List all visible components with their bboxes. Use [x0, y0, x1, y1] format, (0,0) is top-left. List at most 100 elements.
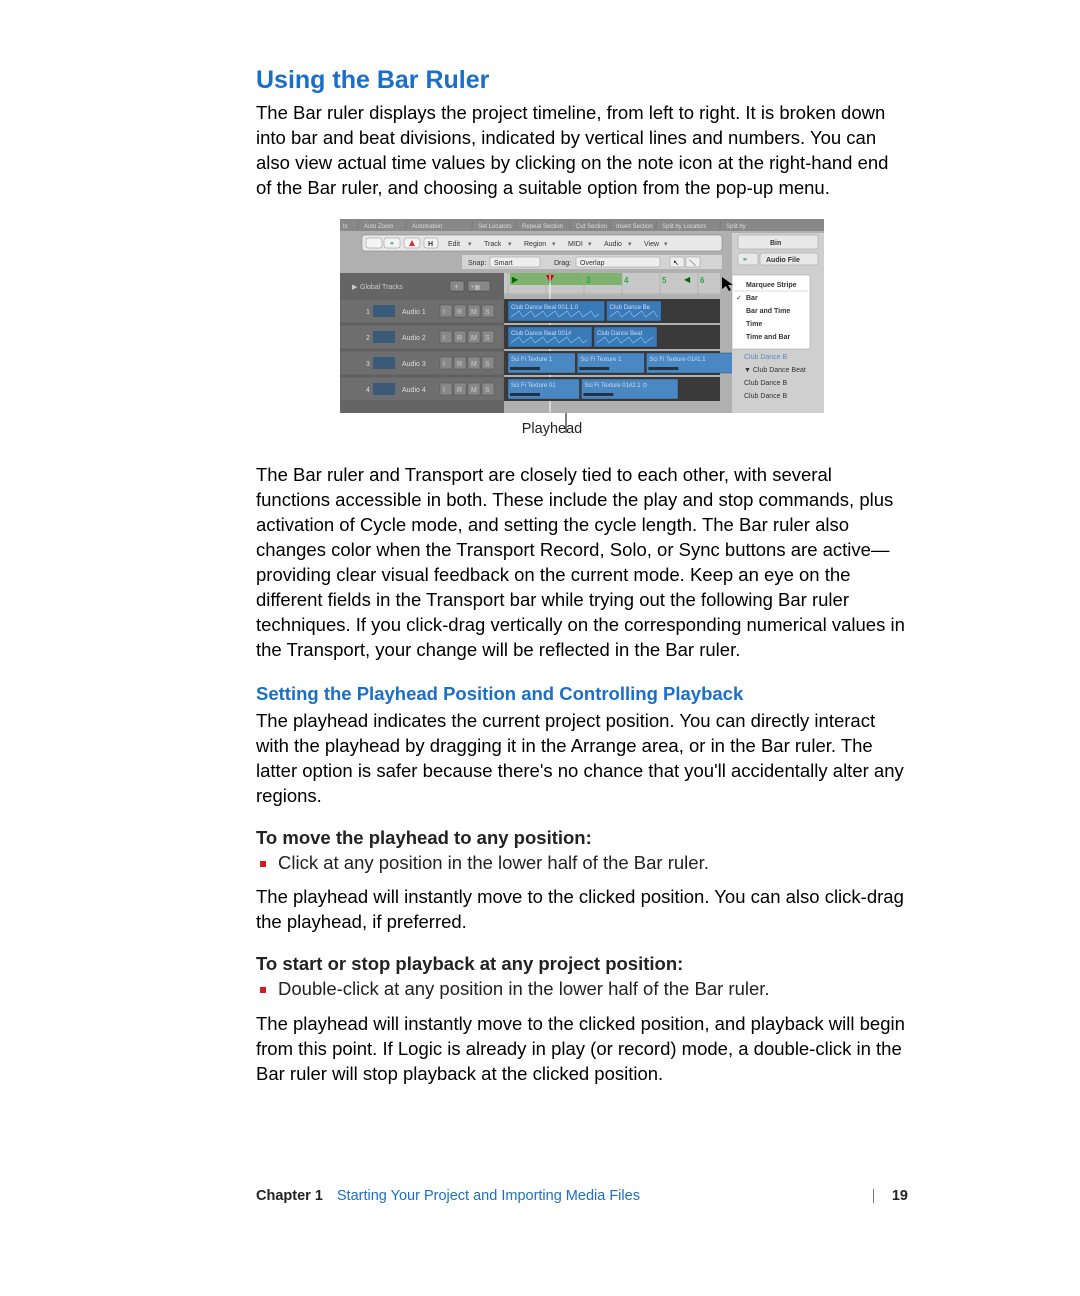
svg-text:Club Dance Beat 001#: Club Dance Beat 001# [511, 331, 572, 337]
svg-text:Audio File: Audio File [766, 257, 800, 264]
svg-text:+▦: +▦ [471, 285, 481, 291]
svg-text:Time: Time [746, 321, 762, 328]
svg-text:R: R [457, 335, 462, 342]
svg-text:M: M [471, 361, 477, 368]
svg-text:2: 2 [366, 335, 370, 342]
svg-text:Sci Fi Texture 1: Sci Fi Texture 1 [511, 357, 553, 363]
svg-text:Sci Fi Texture 01#2.1 ⊙: Sci Fi Texture 01#2.1 ⊙ [584, 383, 647, 389]
svg-text:I: I [443, 335, 445, 342]
svg-text:Edit: Edit [448, 241, 460, 248]
svg-text:Audio 3: Audio 3 [402, 361, 426, 368]
svg-text:M: M [471, 387, 477, 394]
svg-text:R: R [457, 361, 462, 368]
svg-text:Repeat Section: Repeat Section [522, 224, 563, 230]
subsection-heading: Setting the Playhead Position and Contro… [256, 683, 908, 705]
svg-text:I: I [443, 387, 445, 394]
bar-ruler-screenshot: ts Auto Zoom Automation Set Locators Repeat… [340, 219, 824, 413]
svg-text:M: M [471, 309, 477, 316]
svg-text:Set Locators: Set Locators [478, 224, 512, 230]
page-footer: Chapter 1 Starting Your Project and Impo… [256, 1188, 908, 1204]
svg-text:Track: Track [484, 241, 502, 248]
svg-text:Audio: Audio [604, 241, 622, 248]
section-heading: Using the Bar Ruler [256, 66, 908, 95]
svg-text:Audio 4: Audio 4 [402, 387, 426, 394]
svg-text:Smart: Smart [494, 260, 513, 267]
chain-icon: ⚭ [389, 241, 395, 248]
svg-text:Bar and Time: Bar and Time [746, 308, 790, 315]
svg-text:▶: ▶ [352, 284, 358, 291]
svg-text:Time and Bar: Time and Bar [746, 334, 790, 341]
svg-text:▾: ▾ [552, 241, 556, 248]
chapter-label: Chapter 1 [256, 1188, 323, 1204]
svg-text:R: R [457, 309, 462, 316]
svg-text:✓: ✓ [736, 295, 742, 302]
svg-text:▼ Club Dance Beat: ▼ Club Dance Beat [744, 367, 806, 374]
pointer-icon: ↖ [673, 260, 679, 267]
instruction-follow-1: The playhead will instantly move to the … [256, 885, 908, 935]
instruction-item-2: Double-click at any position in the lowe… [274, 977, 908, 1002]
svg-text:M: M [471, 335, 477, 342]
svg-text:S: S [485, 335, 490, 342]
svg-text:Club Dance Beat 001.1.0: Club Dance Beat 001.1.0 [511, 305, 579, 311]
svg-text:Automation: Automation [412, 224, 442, 230]
svg-text:Audio 2: Audio 2 [402, 335, 426, 342]
svg-text:Overlap: Overlap [580, 260, 605, 267]
svg-text:3: 3 [586, 276, 591, 285]
chain-icon: ⚭ [742, 257, 748, 264]
svg-text:Snap:: Snap: [468, 260, 486, 267]
svg-text:Cut Section: Cut Section [576, 224, 607, 230]
svg-text:S: S [485, 309, 490, 316]
intro-paragraph: The Bar ruler displays the project timel… [256, 101, 908, 201]
svg-text:S: S [485, 361, 490, 368]
svg-text:Sci Fi Texture 01: Sci Fi Texture 01 [511, 383, 556, 389]
svg-text:Club Dance Beat: Club Dance Beat [597, 331, 643, 337]
svg-text:Sci Fi Texture 1: Sci Fi Texture 1 [580, 357, 622, 363]
svg-text:Club Dance B: Club Dance B [744, 380, 788, 387]
svg-text:Global Tracks: Global Tracks [360, 284, 403, 291]
svg-text:Bar: Bar [746, 295, 758, 302]
svg-text:▾: ▾ [588, 241, 592, 248]
svg-text:Club Dance B: Club Dance B [744, 393, 788, 400]
svg-text:Region: Region [524, 241, 546, 248]
svg-text:Bin: Bin [770, 240, 781, 247]
svg-text:▾: ▾ [468, 241, 472, 248]
svg-text:MIDI: MIDI [568, 241, 583, 248]
svg-text:Split by: Split by [726, 224, 746, 230]
svg-text:Club Dance Be: Club Dance Be [610, 305, 651, 311]
pencil-icon: ＼ [689, 259, 696, 267]
svg-text:R: R [457, 387, 462, 394]
svg-text:Split by Locators: Split by Locators [662, 224, 706, 230]
svg-text:◀: ◀ [684, 275, 691, 284]
svg-text:I: I [443, 309, 445, 316]
svg-text:Auto Zoom: Auto Zoom [364, 224, 393, 230]
svg-text:▾: ▾ [664, 241, 668, 248]
svg-text:Insert Section: Insert Section [616, 224, 653, 230]
svg-text:3: 3 [366, 361, 370, 368]
svg-text:Audio 1: Audio 1 [402, 309, 426, 316]
instruction-title-2: To start or stop playback at any project… [256, 953, 908, 975]
svg-text:ts: ts [343, 224, 348, 230]
svg-text:6: 6 [700, 276, 705, 285]
svg-text:+: + [454, 282, 459, 291]
svg-text:4: 4 [366, 387, 370, 394]
svg-text:1: 1 [366, 309, 370, 316]
svg-text:Drag:: Drag: [554, 260, 571, 267]
instruction-follow-2: The playhead will instantly move to the … [256, 1012, 908, 1087]
paragraph-transport: The Bar ruler and Transport are closely … [256, 463, 908, 663]
svg-text:Club Dance B: Club Dance B [744, 354, 788, 361]
page-number: 19 [892, 1188, 908, 1204]
screenshot-caption: Playhead [226, 421, 878, 437]
svg-text:4: 4 [624, 276, 629, 285]
svg-text:Sci Fi Texture 01#1.1: Sci Fi Texture 01#1.1 [649, 357, 706, 363]
svg-text:▾: ▾ [628, 241, 632, 248]
svg-text:▾: ▾ [508, 241, 512, 248]
svg-text:▶: ▶ [512, 275, 519, 284]
instruction-item-1: Click at any position in the lower half … [274, 851, 908, 876]
svg-text:H: H [428, 241, 433, 248]
instruction-title-1: To move the playhead to any position: [256, 827, 908, 849]
chapter-title: Starting Your Project and Importing Medi… [337, 1188, 855, 1204]
svg-text:Marquee Stripe: Marquee Stripe [746, 282, 797, 289]
paragraph-playhead: The playhead indicates the current proje… [256, 709, 908, 809]
svg-text:5: 5 [662, 276, 667, 285]
svg-text:I: I [443, 361, 445, 368]
